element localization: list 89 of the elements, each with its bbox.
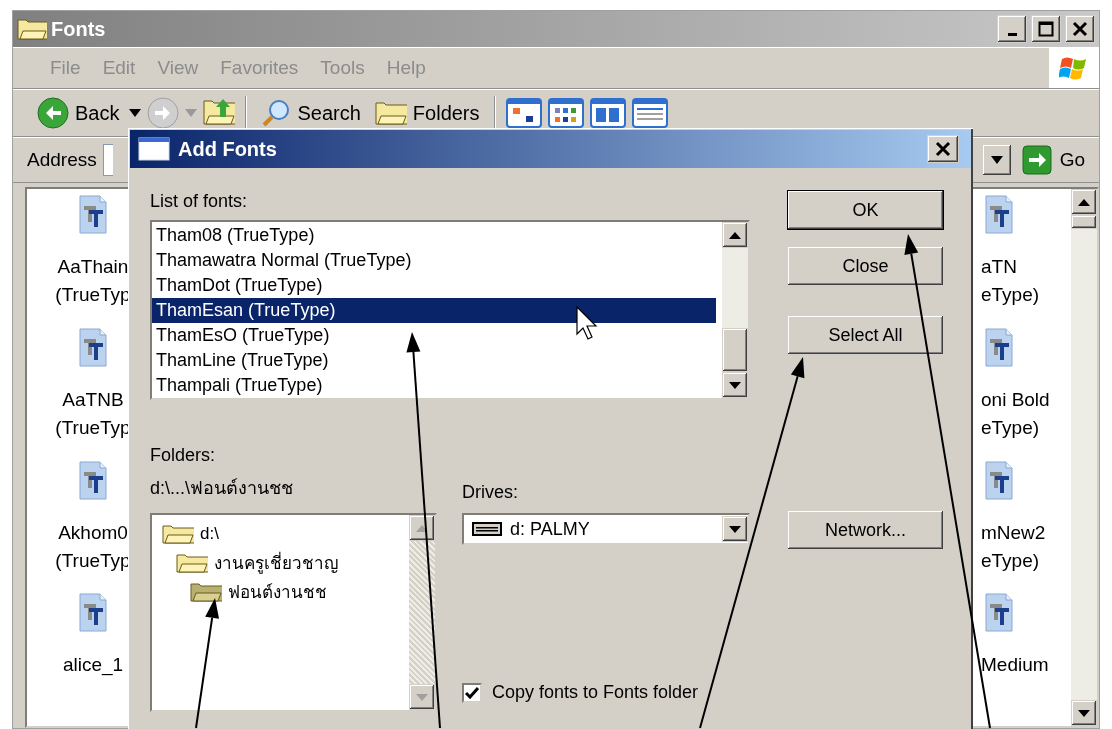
font-file-icon[interactable] [77,593,109,634]
icons-view-icon[interactable] [589,98,626,128]
down-arrow-icon [416,693,428,701]
up-arrow-icon [729,231,741,239]
details-view-icon[interactable] [631,98,668,128]
folder-item[interactable]: d:\ [200,523,219,544]
font-file-icon[interactable] [77,195,109,235]
file-type: eType) [981,548,1040,573]
close-icon [935,141,951,157]
folder-path: d:\...\ฟอนต์งานชช [150,477,295,499]
window-icon [138,137,170,161]
file-name: oni Bold [981,387,1050,412]
file-name: aTN [981,255,1017,279]
file-type: eType) [981,283,1040,307]
font-file-icon[interactable] [983,195,1015,235]
minimize-icon [1007,33,1017,36]
caret-icon [990,156,1003,164]
scroll-down-button[interactable] [1071,700,1097,726]
font-file-icon[interactable] [983,460,1015,501]
check-mark-icon [465,686,479,699]
close-button[interactable] [1065,15,1095,43]
dialog-button[interactable]: OK [787,190,944,230]
font-list-item[interactable]: ThamEsO (TrueType) [152,323,716,348]
drive-dropdown[interactable]: d: PALMY [462,513,750,545]
scroll-thumb[interactable] [722,328,748,372]
back-button[interactable]: Back [33,95,124,131]
checkbox[interactable] [462,682,482,703]
address-field[interactable] [102,144,113,176]
maximize-icon [1038,21,1054,37]
minimize-button[interactable] [997,15,1027,43]
search-icon [261,98,292,128]
scroll-up-button[interactable] [722,222,748,248]
down-arrow-icon [729,381,741,389]
address-dropdown-button[interactable] [981,144,1012,176]
down-arrow-icon [1078,709,1090,717]
folder-item[interactable]: งานครูเชี่ยวชาญ [214,549,338,576]
font-file-icon[interactable] [77,327,109,368]
file-name: AaThain [57,255,129,279]
close-button[interactable] [927,135,959,163]
up-arrow-icon [416,524,428,532]
font-list-item[interactable]: Tham08 (TrueType) [152,223,716,248]
font-list-item[interactable]: ThamLine (TrueType) [152,348,716,373]
dialog-button[interactable]: Network... [787,510,944,550]
file-type: eType) [981,415,1040,440]
go-button[interactable]: Go [1017,145,1099,175]
mouse-pointer-icon [576,305,598,340]
close-icon [1072,21,1088,37]
list-label: List of fonts: [150,190,249,212]
file-type: (TrueTyp [55,283,131,307]
scroll-up-button[interactable] [409,515,435,541]
font-list-item[interactable]: ThamDot (TrueType) [152,273,716,298]
thumbnails-view-icon[interactable] [505,98,542,128]
dialog-title: Add Fonts [178,137,278,161]
dialog-button[interactable]: Select All [787,315,944,355]
file-name: alice_1 [62,653,124,678]
scroll-up-button[interactable] [1071,189,1097,215]
folders-label: Folders: [150,444,217,466]
font-file-icon[interactable] [77,460,109,501]
font-file-icon[interactable] [983,327,1015,368]
folder-icon [374,99,407,127]
dialog-button[interactable]: Close [787,246,944,286]
up-arrow-icon [1078,198,1090,206]
folder-item[interactable]: ฟอนต์งานชช [228,578,327,605]
file-name: mNew2 [981,520,1046,545]
file-name: Medium [981,653,1049,678]
file-name: AaTNB [62,387,124,412]
drives-label: Drives: [462,481,519,503]
maximize-button[interactable] [1031,15,1061,43]
drive-value: d: PALMY [510,518,591,540]
scroll-thumb[interactable] [1071,215,1097,229]
font-file-icon[interactable] [983,593,1015,634]
dropdown-button[interactable] [722,516,748,542]
font-list-item[interactable]: Thampali (TrueType) [152,373,716,398]
file-name: Akhom0 [58,520,128,545]
scroll-down-button[interactable] [409,684,435,710]
font-list-item[interactable]: ThamEsan (TrueType) [152,298,716,323]
down-arrow-icon [729,525,741,533]
folder-icon [17,16,47,42]
dropdown-caret-icon[interactable] [129,109,142,117]
address-label: Address [27,149,97,171]
file-type: (TrueTyp [55,415,131,440]
scroll-down-button[interactable] [722,372,748,398]
file-type: (TrueTyp [55,548,131,573]
drive-icon [472,521,502,537]
search-button[interactable]: Search [257,96,365,130]
window-title: Fonts [51,17,107,41]
checkbox-label: Copy fonts to Fonts folder [492,682,699,703]
tiles-view-icon[interactable] [547,98,584,128]
font-list-item[interactable]: Thamawatra Normal (TrueType) [152,248,716,273]
